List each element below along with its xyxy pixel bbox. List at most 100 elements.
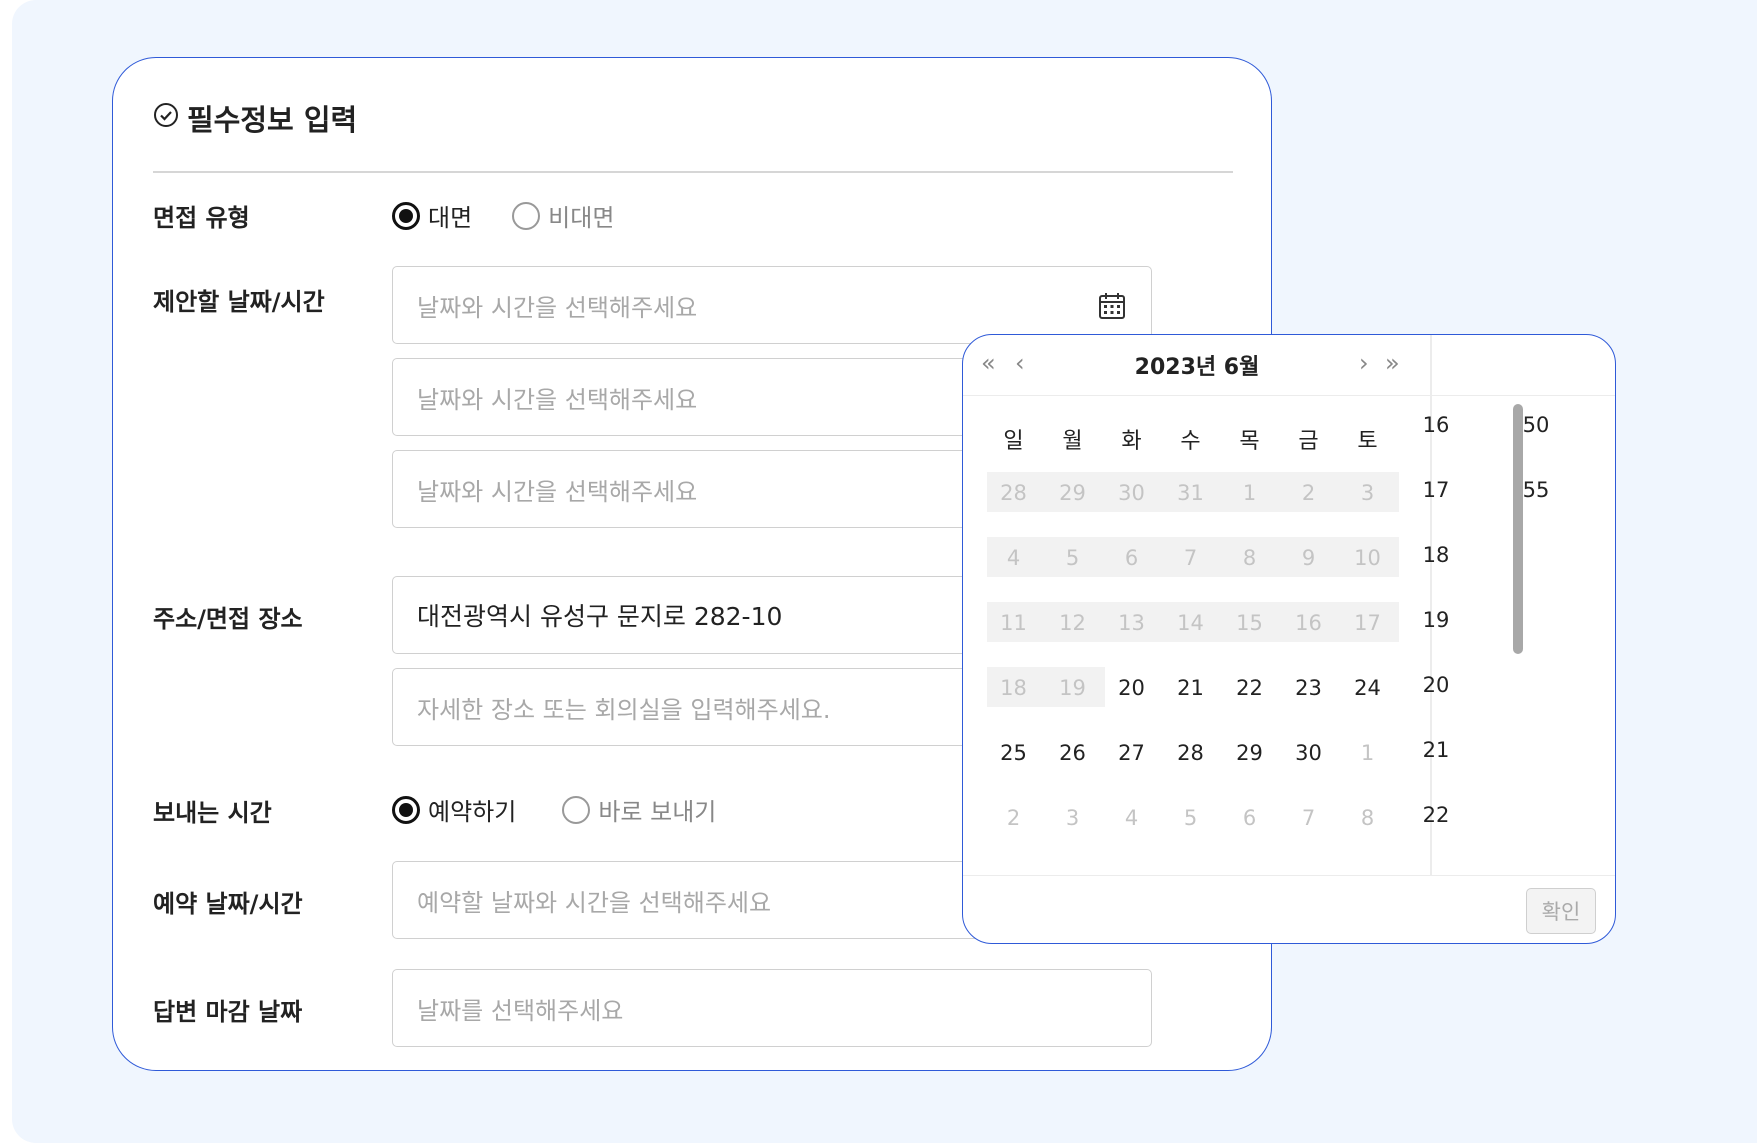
radio-circle-unchecked <box>562 795 591 824</box>
calendar-day[interactable]: 24 <box>1338 676 1397 700</box>
hour-option[interactable]: 16 <box>1401 413 1471 437</box>
weekday-header: 토 <box>1357 429 1378 454</box>
calendar-day[interactable]: 29 <box>1220 741 1279 765</box>
card-header: 필수정보 입력 <box>153 98 357 138</box>
calendar-day-disabled: 3 <box>1065 806 1080 830</box>
calendar-day-disabled: 13 <box>1118 611 1145 635</box>
placeholder-text: 예약할 날짜와 시간을 선택해주세요 <box>417 888 772 917</box>
calendar-day-disabled: 17 <box>1354 611 1381 635</box>
radio-circle-checked <box>392 201 420 230</box>
next-month-button[interactable]: › <box>1359 349 1369 377</box>
calendar-day-disabled: 6 <box>1242 806 1257 830</box>
calendar-day[interactable]: 28 <box>1161 741 1220 765</box>
calendar-day-disabled: 5 <box>1065 546 1080 570</box>
minute-option[interactable]: 50 <box>1501 413 1571 437</box>
weekday-header: 금 <box>1298 429 1319 454</box>
placeholder-text: 날짜를 선택해주세요 <box>417 996 624 1025</box>
calendar-day-disabled: 11 <box>1000 611 1027 635</box>
calendar-icon[interactable] <box>1097 291 1127 325</box>
title-divider <box>153 171 1233 173</box>
hour-option[interactable]: 17 <box>1401 478 1471 502</box>
calendar-day-disabled: 7 <box>1183 546 1198 570</box>
radio-in-person[interactable]: 대면 <box>392 198 472 233</box>
calendar-day-disabled: 18 <box>1000 676 1027 700</box>
radio-schedule-label: 예약하기 <box>428 798 517 826</box>
calendar-day-disabled: 4 <box>1124 806 1139 830</box>
address-value: 대전광역시 유성구 문지로 282-10 <box>417 602 783 631</box>
radio-circle-checked <box>392 795 420 824</box>
weekday-header: 일 <box>1003 429 1024 454</box>
radio-online[interactable]: 비대면 <box>512 198 614 233</box>
weekday-header: 목 <box>1239 429 1260 454</box>
weekday-header: 수 <box>1180 429 1201 454</box>
send-time-radios: 예약하기 바로 보내기 <box>392 792 716 827</box>
weekday-header: 화 <box>1121 429 1142 454</box>
calendar-day[interactable]: 21 <box>1161 676 1220 700</box>
calendar-day[interactable]: 23 <box>1279 676 1338 700</box>
calendar-day-disabled: 14 <box>1177 611 1204 635</box>
calendar-day-disabled: 8 <box>1360 806 1375 830</box>
location-label: 주소/면접 장소 <box>153 605 303 633</box>
radio-send-now[interactable]: 바로 보내기 <box>562 792 716 827</box>
calendar-day-disabled: 28 <box>1000 481 1027 505</box>
calendar-day[interactable]: 25 <box>984 741 1043 765</box>
radio-online-label: 비대면 <box>548 204 615 232</box>
placeholder-text: 날짜와 시간을 선택해주세요 <box>417 385 698 414</box>
calendar-day-disabled: 7 <box>1301 806 1316 830</box>
calendar-day-disabled: 31 <box>1177 481 1204 505</box>
send-time-label: 보내는 시간 <box>153 799 272 827</box>
radio-send-now-label: 바로 보내기 <box>598 798 717 826</box>
calendar-day-disabled: 1 <box>1242 481 1257 505</box>
calendar-day-disabled: 29 <box>1059 481 1086 505</box>
calendar-day-disabled: 16 <box>1295 611 1322 635</box>
calendar-day-disabled: 8 <box>1242 546 1257 570</box>
radio-in-person-label: 대면 <box>428 204 473 232</box>
calendar-day[interactable]: 26 <box>1043 741 1102 765</box>
placeholder-text: 날짜와 시간을 선택해주세요 <box>417 477 698 506</box>
check-circle-icon <box>153 101 179 135</box>
calendar-day-disabled: 10 <box>1354 546 1381 570</box>
hour-option[interactable]: 19 <box>1401 608 1471 632</box>
hour-option[interactable]: 20 <box>1401 673 1471 697</box>
calendar-day-disabled: 30 <box>1118 481 1145 505</box>
calendar-day-disabled: 5 <box>1183 806 1198 830</box>
reservation-datetime-label: 예약 날짜/시간 <box>153 890 303 918</box>
radio-schedule[interactable]: 예약하기 <box>392 792 516 827</box>
hour-scrollbar[interactable] <box>1513 404 1523 654</box>
calendar-day[interactable]: 20 <box>1102 676 1161 700</box>
proposed-datetime-input-1[interactable]: 날짜와 시간을 선택해주세요 <box>392 266 1152 344</box>
calendar-day-disabled: 4 <box>1006 546 1021 570</box>
placeholder-text: 날짜와 시간을 선택해주세요 <box>417 293 698 322</box>
datetime-picker-popup: « ‹ 2023년 6월 › » 일월화수목금토 28 29 30 31 1 2 3 4 5 6 7… <box>962 334 1616 944</box>
calendar-day[interactable]: 30 <box>1279 741 1338 765</box>
hour-option[interactable]: 18 <box>1401 543 1471 567</box>
hour-option[interactable]: 22 <box>1401 803 1471 827</box>
picker-footer-divider <box>963 875 1615 876</box>
calendar-day-disabled: 3 <box>1360 481 1375 505</box>
calendar-day[interactable]: 22 <box>1220 676 1279 700</box>
radio-circle-unchecked <box>512 201 541 230</box>
interview-type-radios: 대면 비대면 <box>392 198 614 233</box>
interview-type-label: 면접 유형 <box>153 204 250 232</box>
answer-deadline-input[interactable]: 날짜를 선택해주세요 <box>392 969 1152 1047</box>
next-year-button[interactable]: » <box>1385 349 1400 377</box>
calendar-day-disabled: 1 <box>1360 741 1375 765</box>
proposed-datetime-label: 제안할 날짜/시간 <box>153 288 325 316</box>
time-column-header <box>1431 335 1615 396</box>
calendar-day-disabled: 15 <box>1236 611 1263 635</box>
answer-deadline-label: 답변 마감 날짜 <box>153 998 303 1026</box>
minute-option[interactable]: 55 <box>1501 478 1571 502</box>
placeholder-text: 자세한 장소 또는 회의실을 입력해주세요. <box>417 695 831 724</box>
card-title: 필수정보 입력 <box>187 103 358 137</box>
calendar-day-disabled: 2 <box>1006 806 1021 830</box>
picker-header: « ‹ 2023년 6월 › » <box>963 335 1431 396</box>
calendar-day-disabled: 19 <box>1059 676 1086 700</box>
hour-option[interactable]: 21 <box>1401 738 1471 762</box>
calendar-day[interactable]: 27 <box>1102 741 1161 765</box>
calendar-day-disabled: 9 <box>1301 546 1316 570</box>
calendar-day-disabled: 2 <box>1301 481 1316 505</box>
confirm-button[interactable]: 확인 <box>1526 888 1596 934</box>
calendar-day-disabled: 6 <box>1124 546 1139 570</box>
calendar-day-disabled: 12 <box>1059 611 1086 635</box>
weekday-header: 월 <box>1062 429 1083 454</box>
